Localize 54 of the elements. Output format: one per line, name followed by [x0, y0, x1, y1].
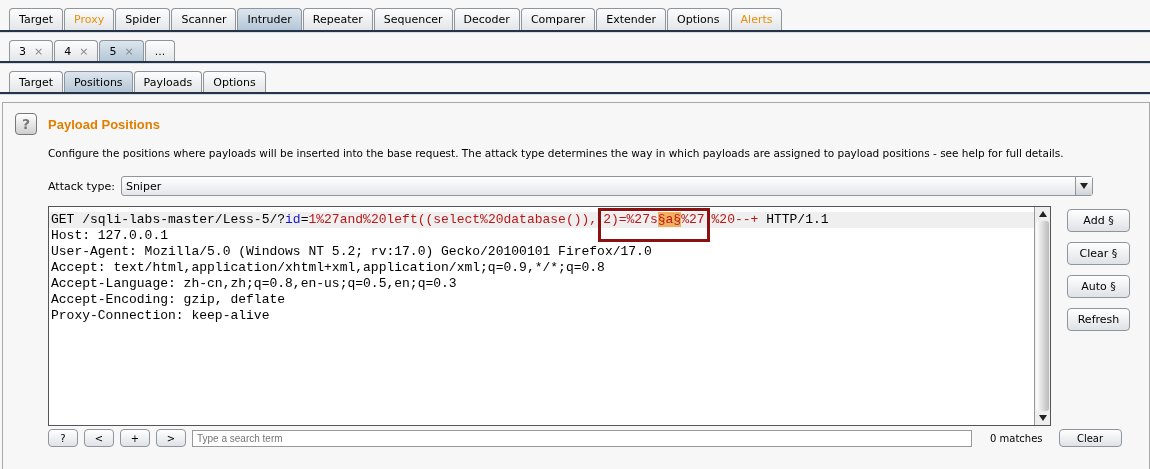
section-tab[interactable]: Positions	[64, 71, 133, 92]
request-header-line: Proxy-Connection: keep-alive	[50, 308, 271, 324]
action-button[interactable]: Auto §	[1067, 275, 1130, 298]
tab-label: 5	[109, 44, 117, 58]
action-button[interactable]: Clear §	[1067, 242, 1130, 265]
attack-tab[interactable]: 5 ×	[99, 40, 144, 61]
request-header-line: Accept: text/html,application/xhtml+xml,application/xml;q=0.9,*/*;q=0.8	[50, 260, 606, 276]
tool-tab[interactable]: Scanner	[171, 8, 237, 30]
tool-tab[interactable]: Options	[667, 8, 730, 30]
section-tab[interactable]: Payloads	[133, 71, 203, 92]
request-text: =	[300, 212, 309, 227]
section-tab[interactable]: Options	[203, 71, 266, 92]
tab-label: ...	[154, 44, 166, 58]
section-description: Configure the positions where payloads will be inserted into the base request. The attack type determines the way in which payloads are assigned to payload positions - see help for full details.	[48, 147, 1065, 159]
clear-button[interactable]: Clear	[1058, 429, 1122, 447]
parameter-value: 2)=%27s	[603, 212, 658, 227]
search-field[interactable]: Type a search term	[192, 429, 972, 447]
request-text: GET /sqli-labs-master/Less-5/?	[51, 212, 286, 227]
request-editor[interactable]	[48, 206, 1051, 426]
section-title: Payload Positions	[48, 116, 160, 132]
tool-tab[interactable]: Sequencer	[373, 8, 453, 30]
attack-tab[interactable]: ...	[144, 40, 176, 61]
help-button[interactable]: ?	[48, 429, 78, 447]
parameter-value: 1%27and%20left((select%20database()),	[308, 212, 598, 227]
attack-type-dropdown[interactable]: Sniper	[120, 176, 1093, 196]
action-button[interactable]: Add §	[1067, 209, 1130, 232]
tool-tab[interactable]: Comparer	[520, 8, 596, 30]
search-nav-button[interactable]: <	[84, 429, 114, 447]
attack-tab[interactable]: 3 ×	[9, 40, 54, 61]
tool-tab[interactable]: Extender	[596, 8, 667, 30]
parameter-value: %20--+	[711, 212, 759, 227]
attack-type-label: Attack type:	[48, 179, 115, 193]
section-tab[interactable]: Target	[9, 71, 64, 92]
tab-label: 4	[64, 44, 72, 58]
request-text: HTTP/1.1	[765, 212, 829, 227]
tool-tab[interactable]: Target	[9, 8, 64, 30]
tool-tab[interactable]: Spider	[115, 8, 171, 30]
search-nav-button[interactable]: +	[120, 429, 150, 447]
tool-tab[interactable]: Decoder	[453, 8, 520, 30]
request-header-line: User-Agent: Mozilla/5.0 (Windows NT 5.2; rv:17.0) Gecko/20100101 Firefox/17.0	[50, 244, 653, 260]
request-header-line: Accept-Encoding: gzip, deflate	[50, 292, 287, 308]
request-header-line: Host: 127.0.0.1	[50, 228, 170, 244]
attack-tab[interactable]: 4 ×	[54, 40, 99, 61]
tool-tab[interactable]: Intruder	[237, 8, 302, 30]
help-button[interactable]: ?	[15, 113, 37, 135]
scrollbar[interactable]	[1034, 207, 1050, 425]
tab-label: 3	[19, 44, 26, 58]
request-header-line: Accept-Language: zh-cn,zh;q=0.8,en-us;q=0.5,en;q=0.3	[50, 276, 458, 292]
search-nav-button[interactable]: >	[156, 429, 186, 447]
parameter-name: id	[285, 212, 301, 227]
parameter-value: %27	[681, 212, 705, 227]
action-button[interactable]: Refresh	[1067, 308, 1130, 331]
tool-tab[interactable]: Repeater	[302, 8, 373, 30]
match-count: 0 matches	[990, 432, 1043, 444]
